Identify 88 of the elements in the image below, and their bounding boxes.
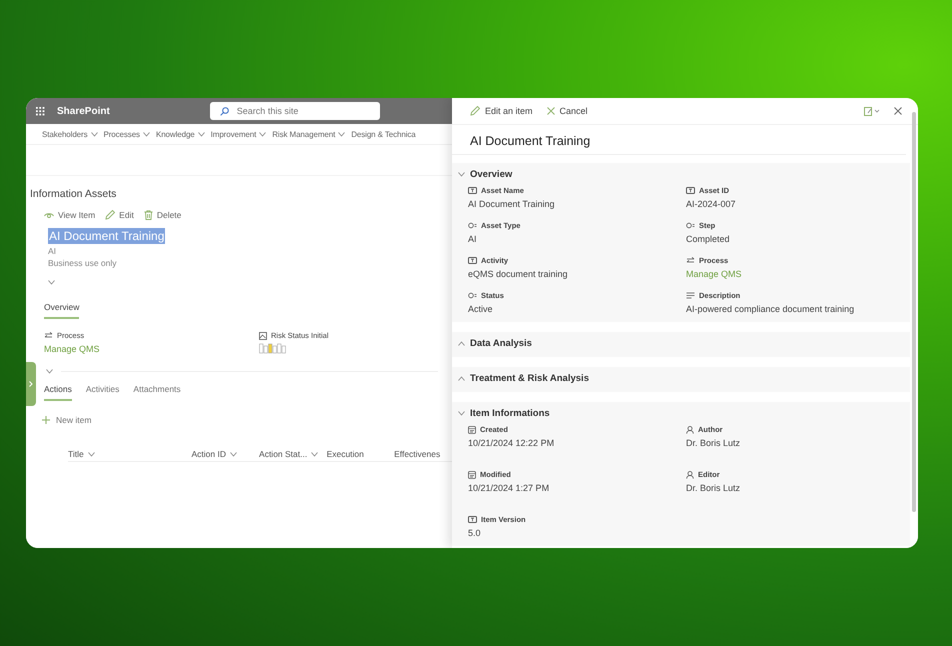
swap-arrows-icon [686, 257, 695, 264]
chevron-down-icon [46, 369, 53, 374]
new-item-button[interactable]: New item [42, 415, 452, 425]
column-header[interactable]: Title [68, 449, 84, 459]
field-value: Active [468, 304, 494, 314]
lines-icon [686, 292, 695, 299]
nav-link[interactable]: Design & Technica [351, 130, 416, 138]
column-header[interactable]: Action ID [192, 449, 226, 459]
person-icon [686, 470, 694, 478]
chevron-down-icon [230, 452, 237, 456]
text-field-icon [468, 516, 477, 523]
choice-field-icon [686, 222, 695, 229]
field-value: 5.0 [468, 528, 482, 538]
command-button[interactable]: Edit [105, 210, 134, 220]
trash-icon [144, 210, 153, 220]
chevron-down-icon [458, 411, 465, 416]
form-icon[interactable] [864, 106, 880, 116]
risk-level-icon [259, 343, 287, 354]
command-button[interactable]: Delete [144, 210, 182, 220]
column-header[interactable]: Action Stat... [259, 449, 308, 459]
app-launcher-icon[interactable] [36, 106, 45, 116]
panel-title: AI Document Training [452, 125, 906, 155]
chevron-right-icon [29, 381, 33, 387]
text-field-icon [468, 187, 477, 194]
nav-link[interactable]: Knowledge [156, 130, 195, 138]
close-icon[interactable] [894, 107, 902, 115]
tab[interactable]: Activities [86, 384, 120, 401]
toolbar-button[interactable]: Edit an item [470, 106, 533, 116]
search-icon [220, 106, 229, 116]
person-icon [686, 426, 694, 434]
scrollbar[interactable] [912, 112, 916, 512]
tab[interactable]: Actions [44, 384, 72, 401]
close-icon [546, 107, 555, 115]
pencil-icon [105, 210, 116, 220]
field-value[interactable]: Manage QMS [44, 344, 259, 354]
item-detail: AI [48, 246, 58, 256]
section-title[interactable]: Data Analysis [470, 338, 532, 349]
side-panel-toggle[interactable] [26, 362, 36, 406]
chevron-down-icon [198, 132, 205, 136]
field-value: Dr. Boris Lutz [686, 483, 742, 493]
nav-link[interactable]: Improvement [210, 130, 256, 138]
chevron-down-icon [259, 132, 266, 136]
field-value: Dr. Boris Lutz [686, 438, 742, 448]
chevron-down-icon [90, 132, 98, 136]
section-title[interactable]: Item Informations [470, 408, 550, 419]
swap-arrows-icon [44, 332, 53, 339]
list-heading: Information Assets [30, 188, 118, 200]
nav-link[interactable]: Risk Management [272, 130, 336, 138]
text-field-icon [686, 187, 695, 194]
tab[interactable]: Attachments [133, 384, 181, 401]
chevron-down-icon [142, 132, 150, 136]
column-header[interactable]: Effectivenes [394, 449, 440, 459]
chevron-down-icon [458, 172, 465, 177]
chevron-up-icon [458, 376, 465, 381]
calendar-icon [468, 470, 476, 478]
search-field[interactable]: Search this site [210, 102, 380, 120]
app-name[interactable]: SharePoint [57, 106, 110, 116]
tab[interactable]: Overview [44, 302, 80, 319]
field-value: 10/21/2024 1:27 PM [468, 483, 550, 493]
section-title[interactable]: Treatment & Risk Analysis [470, 373, 589, 384]
plus-icon [42, 416, 50, 424]
choice-field-icon [468, 292, 477, 299]
field-value: AI-powered compliance document training [686, 304, 856, 314]
section-title[interactable]: Overview [470, 169, 512, 180]
field-value: Completed [686, 234, 731, 244]
toolbar-button[interactable]: Cancel [546, 106, 588, 116]
calendar-icon [468, 426, 476, 434]
item-title: AI Document Training [48, 228, 166, 244]
chevron-down-icon [48, 280, 55, 285]
choice-field-icon [468, 222, 477, 229]
nav-link[interactable]: Stakeholders [42, 130, 88, 138]
field-value: 10/21/2024 12:22 PM [468, 438, 556, 448]
field-value: AI [468, 234, 478, 244]
image-icon [259, 332, 267, 340]
field-value: eQMS document training [468, 269, 569, 279]
item-detail: Business use only [48, 258, 118, 268]
chevron-down-icon [311, 452, 318, 456]
field-value: AI Document Training [468, 199, 556, 209]
command-button[interactable]: View Item [44, 210, 96, 220]
field-value: AI-2024-007 [686, 199, 737, 209]
text-field-icon [468, 257, 477, 264]
eye-icon [44, 212, 54, 218]
column-header[interactable]: Execution [326, 449, 364, 459]
nav-link[interactable]: Processes [104, 130, 140, 138]
chevron-up-icon [458, 341, 465, 346]
chevron-down-icon [88, 452, 95, 456]
chevron-down-icon [338, 132, 346, 136]
pencil-icon [470, 106, 480, 116]
